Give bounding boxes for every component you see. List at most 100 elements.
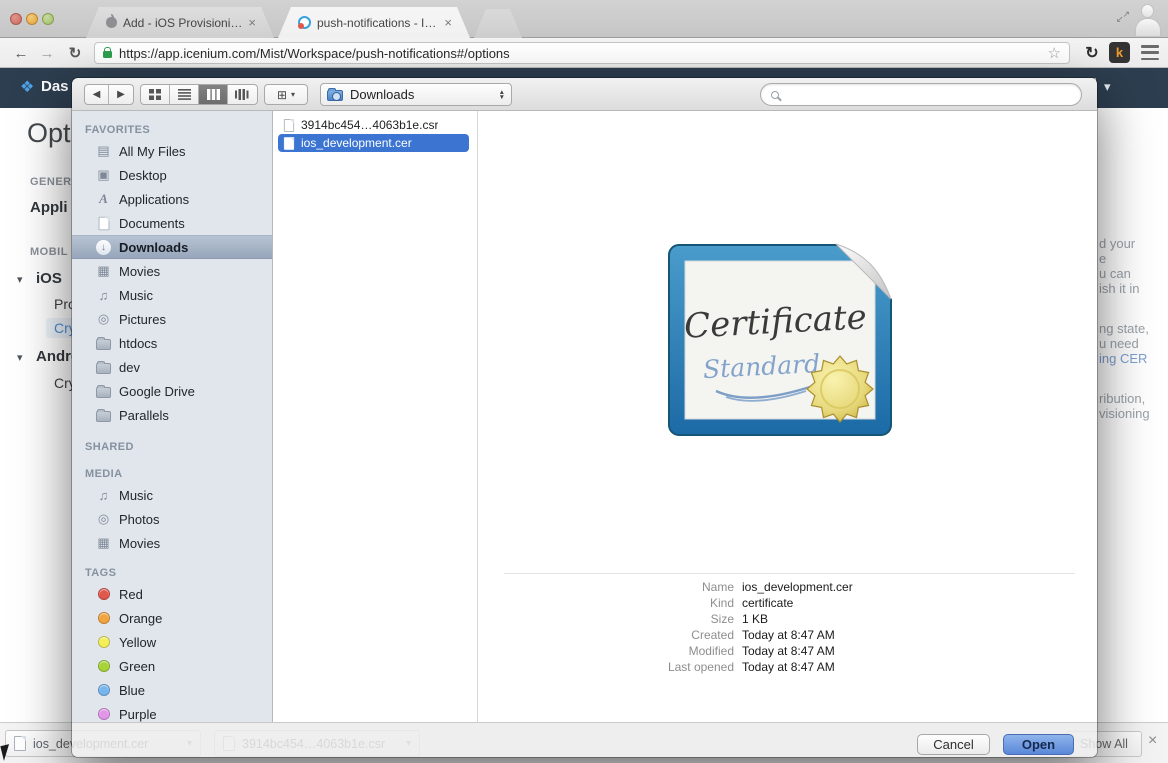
expand-icon[interactable]: ↗ ↙	[1116, 10, 1130, 24]
info-row: Size 1 KB	[504, 611, 1075, 627]
forward-icon[interactable]: →	[36, 38, 58, 68]
search-input[interactable]	[785, 88, 1071, 102]
sync-extension-icon[interactable]: ↻	[1080, 41, 1104, 65]
sidebar-item-movies[interactable]: ▦ Movies	[72, 259, 272, 283]
pictures-icon: ◎	[95, 311, 112, 327]
file-icon	[14, 736, 26, 751]
nav-item-application[interactable]: Appli	[30, 199, 68, 216]
window-zoom-button[interactable]	[42, 13, 54, 25]
url-text[interactable]: https://app.icenium.com/Mist/Workspace/p…	[119, 46, 1041, 61]
sidebar-item-dev[interactable]: dev	[72, 355, 272, 379]
sidebar-item-media-music[interactable]: ♫ Music	[72, 483, 272, 507]
sidebar-item-label: Blue	[119, 683, 145, 698]
sidebar-item-documents[interactable]: Documents	[72, 211, 272, 235]
sidebar-item-tag-green[interactable]: Green	[72, 654, 272, 678]
sidebar-item-label: Yellow	[119, 635, 156, 650]
info-row: Modified Today at 8:47 AM	[504, 643, 1075, 659]
sidebar-item-all-my-files[interactable]: ▤ All My Files	[72, 139, 272, 163]
info-row: Kind certificate	[504, 595, 1075, 611]
file-info-panel: Name ios_development.cer Kind certificat…	[504, 573, 1075, 675]
address-bar[interactable]: https://app.icenium.com/Mist/Workspace/p…	[94, 42, 1070, 64]
page-link-fragment[interactable]: ing CER	[1099, 351, 1147, 366]
sidebar-item-label: Red	[119, 587, 143, 602]
certificate-preview-icon: Certificate Standard	[664, 237, 909, 447]
back-icon[interactable]: ←	[10, 38, 32, 68]
tag-yellow-icon	[95, 636, 112, 648]
header-caret-down-icon[interactable]: ▾	[1104, 79, 1111, 95]
sidebar-item-pictures[interactable]: ◎ Pictures	[72, 307, 272, 331]
chrome-menu-icon[interactable]	[1141, 45, 1159, 60]
movies-icon: ▦	[95, 263, 112, 279]
tab-ios-provisioning[interactable]: Add - iOS Provisioning Pro ×	[86, 7, 274, 38]
screen: { "colors": { "navy_header": "#2d3e50", …	[0, 0, 1168, 763]
nav-caret-icon[interactable]: ▾	[17, 273, 23, 286]
sidebar-item-tag-blue[interactable]: Blue	[72, 678, 272, 702]
page-text-fragment: visioning	[1099, 406, 1150, 421]
tab-close-icon[interactable]: ×	[444, 16, 452, 29]
file-icon	[284, 137, 294, 150]
window-close-button[interactable]	[10, 13, 22, 25]
sidebar-item-desktop[interactable]: ▣ Desktop	[72, 163, 272, 187]
music-icon: ♫	[95, 488, 112, 503]
sidebar-item-label: Music	[119, 488, 153, 503]
sidebar-item-applications[interactable]: A Applications	[72, 187, 272, 211]
kendo-extension-icon[interactable]: k	[1109, 42, 1130, 63]
page-text-fragment: ribution,	[1099, 391, 1145, 406]
column-view-icon[interactable]	[199, 85, 228, 104]
stepper-down: ▼	[499, 95, 505, 100]
info-value: Today at 8:47 AM	[742, 627, 835, 643]
nav-section-mobile: MOBIL	[30, 246, 68, 258]
tab-push-notifications[interactable]: push-notifications - ICENIU ×	[278, 7, 470, 38]
file-row-cer-selected[interactable]: ios_development.cer	[278, 134, 469, 152]
expand-sw-arrow: ↙	[1116, 15, 1124, 24]
sidebar-item-downloads[interactable]: ↓ Downloads	[72, 235, 272, 259]
info-label: Last opened	[504, 659, 742, 675]
tab-close-icon[interactable]: ×	[248, 16, 256, 29]
preview-pane: Certificate Standard Name ios_developmen…	[478, 111, 1097, 722]
forward-icon[interactable]: ▶	[109, 85, 133, 104]
nav-caret-icon[interactable]: ▾	[17, 351, 23, 364]
file-row-csr[interactable]: 3914bc454…4063b1e.csr	[273, 116, 477, 134]
location-dropdown[interactable]: Downloads ▲ ▼	[320, 83, 512, 106]
info-row: Last opened Today at 8:47 AM	[504, 659, 1075, 675]
profile-avatar-icon[interactable]	[1134, 2, 1162, 36]
downloads-icon: ↓	[95, 240, 112, 255]
sidebar-item-label: Purple	[119, 707, 157, 722]
sidebar-item-media-photos[interactable]: ◎ Photos	[72, 507, 272, 531]
padlock-icon	[103, 51, 112, 58]
sidebar-item-google-drive[interactable]: Google Drive	[72, 379, 272, 403]
tab-title: push-notifications - ICENIU	[317, 16, 438, 30]
photos-icon: ◎	[95, 511, 112, 527]
sidebar-item-media-movies[interactable]: ▦ Movies	[72, 531, 272, 555]
shelf-close-icon[interactable]: ×	[1148, 732, 1157, 750]
desktop-icon: ▣	[95, 167, 112, 183]
sidebar-item-label: htdocs	[119, 336, 157, 351]
window-minimize-button[interactable]	[26, 13, 38, 25]
search-field[interactable]	[760, 83, 1082, 106]
action-menu-button[interactable]: ⊞ ▾	[264, 84, 308, 105]
tag-red-icon	[95, 588, 112, 600]
sidebar-item-music[interactable]: ♫ Music	[72, 283, 272, 307]
bookmark-star-icon[interactable]: ☆	[1048, 44, 1061, 62]
page-text-fragment: u need	[1099, 336, 1139, 351]
cancel-button[interactable]: Cancel	[917, 734, 990, 755]
list-view-icon[interactable]	[170, 85, 199, 104]
sidebar-item-tag-purple[interactable]: Purple	[72, 702, 272, 722]
sidebar-item-tag-yellow[interactable]: Yellow	[72, 630, 272, 654]
action-grid-icon: ⊞	[277, 88, 287, 102]
open-button[interactable]: Open	[1003, 734, 1074, 755]
back-icon[interactable]: ◀	[85, 85, 109, 104]
sidebar-item-htdocs[interactable]: htdocs	[72, 331, 272, 355]
expand-ne-arrow: ↗	[1122, 10, 1130, 19]
reload-icon[interactable]: ↻	[64, 38, 86, 68]
nav-button-group: ◀ ▶	[84, 84, 134, 105]
info-value: 1 KB	[742, 611, 768, 627]
sidebar-item-parallels[interactable]: Parallels	[72, 403, 272, 427]
sidebar-item-tag-red[interactable]: Red	[72, 582, 272, 606]
coverflow-view-icon[interactable]	[228, 85, 257, 104]
nav-item-ios[interactable]: iOS	[36, 270, 62, 287]
page-text-fragment: u can	[1099, 266, 1131, 281]
sidebar-item-tag-orange[interactable]: Orange	[72, 606, 272, 630]
new-tab-button[interactable]	[474, 9, 522, 38]
icon-view-icon[interactable]	[141, 85, 170, 104]
